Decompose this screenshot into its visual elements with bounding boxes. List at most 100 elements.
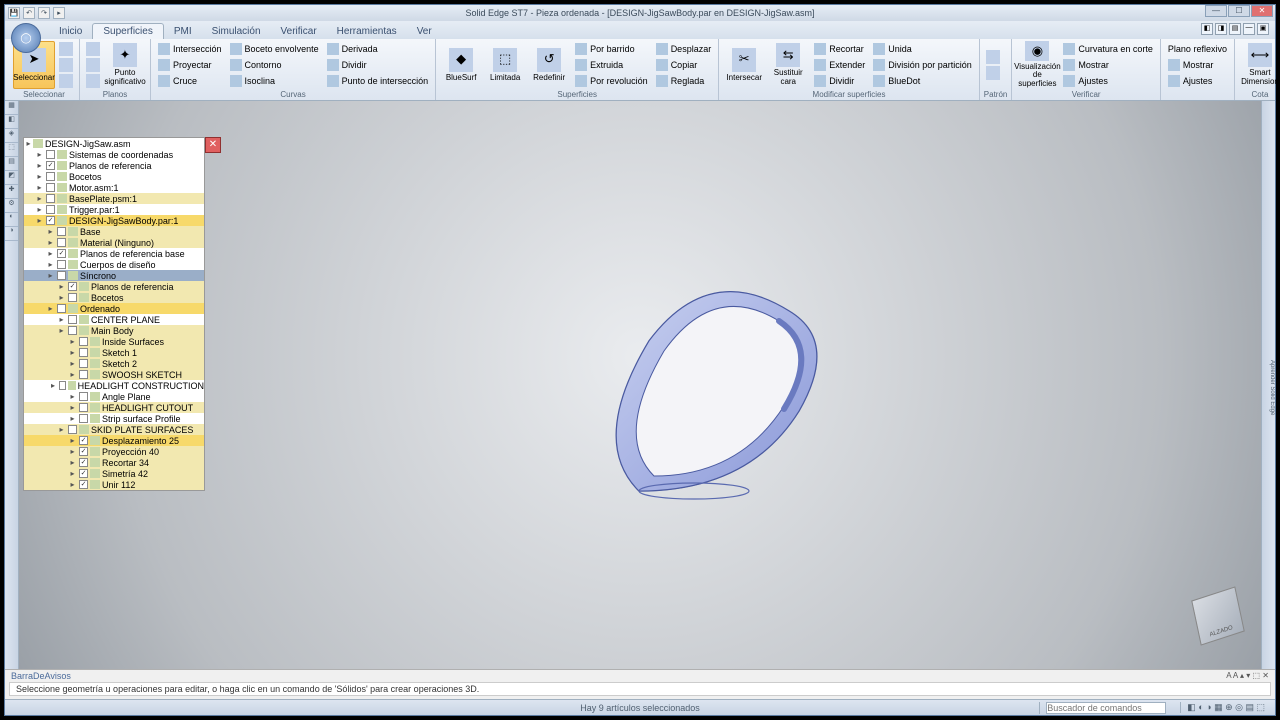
checkbox[interactable] [79,370,88,379]
msgbar-controls[interactable]: A A ▴ ▾ ⬚ ✕ [1226,671,1269,681]
tree-row[interactable]: ▸Sistemas de coordenadas [24,149,204,160]
tree-row[interactable]: ▸Unir 112 [24,479,204,490]
boceto-envolvente-button[interactable]: Boceto envolvente [227,41,322,56]
intersecar-button[interactable]: ✂Intersecar [723,41,765,89]
checkbox[interactable] [46,161,55,170]
checkbox[interactable] [57,227,66,236]
visualizacion-button[interactable]: ◉Visualización de superficies [1016,41,1058,89]
interseccion-button[interactable]: Intersección [155,41,225,56]
punto-significativo-button[interactable]: ✦Punto significativo [104,41,146,89]
tree-row[interactable]: ▸Bocetos [24,171,204,182]
checkbox[interactable] [57,238,66,247]
tab-simulacion[interactable]: Simulación [202,24,271,39]
checkbox[interactable] [79,403,88,412]
checkbox[interactable] [46,150,55,159]
checkbox[interactable] [59,381,66,390]
checkbox[interactable] [68,293,77,302]
curvatura-button[interactable]: Curvatura en corte [1060,41,1156,56]
smart-dimension-button[interactable]: ⟷Smart Dimension [1239,41,1280,89]
tree-row[interactable]: ▸Sketch 1 [24,347,204,358]
checkbox[interactable] [46,216,55,225]
checkbox[interactable] [79,337,88,346]
tab-ver[interactable]: Ver [407,24,442,39]
tab-pmi[interactable]: PMI [164,24,202,39]
unida-button[interactable]: Unida [870,41,975,56]
tree-row[interactable]: ▸Planos de referencia [24,281,204,292]
tab-herramientas[interactable]: Herramientas [327,24,407,39]
checkbox[interactable] [46,205,55,214]
command-search-input[interactable] [1046,702,1166,714]
qat-undo-icon[interactable]: ↶ [23,7,35,19]
qat-save-icon[interactable]: 💾 [8,7,20,19]
tree-row[interactable]: ▸Motor.asm:1 [24,182,204,193]
tree-row[interactable]: ▸Strip surface Profile [24,413,204,424]
checkbox[interactable] [79,414,88,423]
tree-row[interactable]: ▸Material (Ninguno) [24,237,204,248]
tree-root-name[interactable]: DESIGN-JigSaw.asm [45,139,204,149]
right-sidebar[interactable]: Aprender Solid Edge [1261,101,1275,669]
status-view-icons[interactable]: ◧ ◐ ◑ ▦ ⊕ ◎ ▤ ⬚ [1180,702,1271,713]
checkbox[interactable] [79,348,88,357]
tree-row[interactable]: ▸DESIGN-JigSawBody.par:1 [24,215,204,226]
checkbox[interactable] [79,436,88,445]
tree-row[interactable]: ▸Base [24,226,204,237]
tree-row[interactable]: ▸Trigger.par:1 [24,204,204,215]
ajustes-button[interactable]: Ajustes [1060,73,1156,88]
plane-btns[interactable] [84,41,102,89]
checkbox[interactable] [57,260,66,269]
left-sidebar[interactable]: ▦◧◈⬚▤◩✚⚙◐◑ [5,101,19,669]
checkbox[interactable] [79,480,88,489]
bluesurf-button[interactable]: ◆BlueSurf [440,41,482,89]
patron-button[interactable] [984,41,1002,89]
tree-row[interactable]: ▸Angle Plane [24,391,204,402]
tree-row[interactable]: ▸HEADLIGHT CONSTRUCTION [24,380,204,391]
feature-tree[interactable]: ▸DESIGN-JigSaw.asm ▸Sistemas de coordena… [23,137,205,491]
tab-verificar[interactable]: Verificar [271,24,327,39]
view-toggles[interactable]: ◧◨▤—▣ [1201,23,1269,35]
tab-superficies[interactable]: Superficies [92,23,163,39]
model-surface[interactable] [579,281,849,531]
select-options[interactable] [57,41,75,89]
barrido-button[interactable]: Por barrido [572,41,651,56]
qat-cursor-icon[interactable]: ▸ [53,7,65,19]
cruce-button[interactable]: Cruce [155,73,225,88]
ajustes2-button[interactable]: Ajustes [1165,73,1230,88]
checkbox[interactable] [46,194,55,203]
dividir2-button[interactable]: Dividir [811,73,868,88]
reglada-button[interactable]: Reglada [653,73,715,88]
limitada-button[interactable]: ⬚Limitada [484,41,526,89]
checkbox[interactable] [68,315,77,324]
redefinir-button[interactable]: ↺Redefinir [528,41,570,89]
panel-close-button[interactable]: ✕ [205,137,221,153]
checkbox[interactable] [79,469,88,478]
revolucion-button[interactable]: Por revolución [572,73,651,88]
checkbox[interactable] [68,326,77,335]
proyectar-button[interactable]: Proyectar [155,57,225,72]
derivada-button[interactable]: Derivada [324,41,432,56]
checkbox[interactable] [46,183,55,192]
app-menu-button[interactable]: ◯ [11,23,41,53]
checkbox[interactable] [57,249,66,258]
mostrar-button[interactable]: Mostrar [1060,57,1156,72]
copiar-button[interactable]: Copiar [653,57,715,72]
tree-row[interactable]: ▸BasePlate.psm:1 [24,193,204,204]
checkbox[interactable] [68,282,77,291]
orientation-cube[interactable]: ALZADO [1195,593,1241,639]
tree-row[interactable]: ▸Ordenado [24,303,204,314]
extender-button[interactable]: Extender [811,57,868,72]
tree-row[interactable]: ▸Proyección 40 [24,446,204,457]
tab-inicio[interactable]: Inicio [49,24,92,39]
tree-row[interactable]: ▸Cuerpos de diseño [24,259,204,270]
particion-button[interactable]: División por partición [870,57,975,72]
tree-row[interactable]: ▸CENTER PLANE [24,314,204,325]
tree-row[interactable]: ▸HEADLIGHT CUTOUT [24,402,204,413]
tree-row[interactable]: ▸Sketch 2 [24,358,204,369]
dividir-button[interactable]: Dividir [324,57,432,72]
mostrar2-button[interactable]: Mostrar [1165,57,1230,72]
checkbox[interactable] [79,458,88,467]
tree-row[interactable]: ▸SKID PLATE SURFACES [24,424,204,435]
checkbox[interactable] [79,392,88,401]
viewport-3d[interactable]: ▸DESIGN-JigSaw.asm ▸Sistemas de coordena… [19,101,1261,669]
tree-row[interactable]: ▸Desplazamiento 25 [24,435,204,446]
isoclina-button[interactable]: Isoclina [227,73,322,88]
